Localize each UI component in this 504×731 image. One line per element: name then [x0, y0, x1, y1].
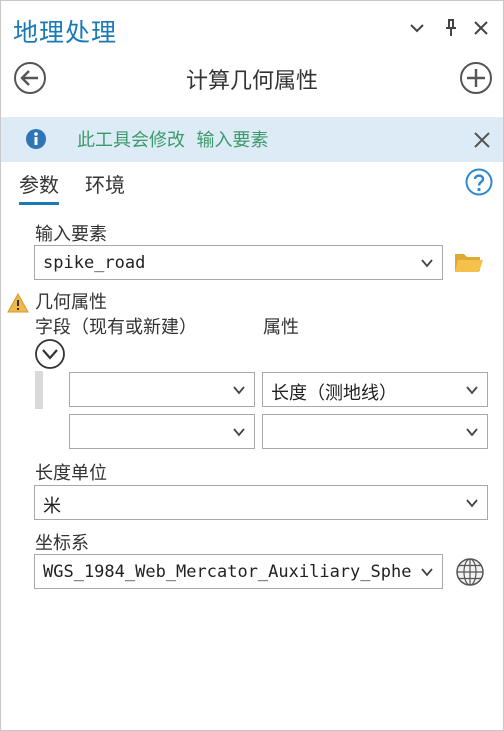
tool-title: 计算几何属性: [185, 69, 318, 94]
close-icon[interactable]: [471, 129, 493, 151]
globe-icon[interactable]: [455, 557, 485, 587]
chevron-down-icon: [466, 386, 478, 395]
chevron-down-icon[interactable]: [34, 338, 66, 370]
tool-tabs: 参数 环境: [1, 167, 503, 207]
property-combo-row2[interactable]: [262, 414, 488, 449]
length-unit-combo[interactable]: 米: [34, 485, 488, 520]
row-drag-handle[interactable]: [35, 371, 43, 409]
tool-nav: 计算几何属性: [1, 57, 503, 101]
input-features-combo[interactable]: spike_road: [34, 245, 443, 280]
coordinate-system-value: WGS_1984_Web_Mercator_Auxiliary_Sphere: [43, 562, 412, 582]
info-icon: [25, 128, 47, 150]
property-value-row1: 长度（测地线）: [271, 383, 397, 404]
pin-icon[interactable]: [438, 15, 464, 41]
close-icon[interactable]: [468, 15, 494, 41]
field-combo-row1[interactable]: [69, 372, 255, 407]
pane-title: 地理处理: [13, 18, 118, 47]
property-combo-row1[interactable]: 长度（测地线）: [262, 372, 488, 407]
tab-environments[interactable]: 环境: [85, 169, 125, 202]
geometry-attributes-label: 几何属性: [35, 292, 107, 313]
field-combo-row2[interactable]: [69, 414, 255, 449]
input-features-value: spike_road: [43, 253, 146, 273]
chevron-down-icon: [421, 259, 433, 268]
warning-icon: [7, 292, 29, 313]
help-icon[interactable]: [465, 168, 493, 196]
tab-parameters[interactable]: 参数: [19, 169, 59, 205]
chevron-down-icon: [466, 499, 478, 508]
chevron-down-icon: [233, 386, 245, 395]
field-column-header: 字段（现有或新建）: [35, 317, 197, 338]
folder-icon[interactable]: [454, 249, 484, 275]
input-features-label: 输入要素: [35, 224, 107, 245]
geoprocessing-pane: 地理处理 计算几何属性 此工具会修改 输入要素 参数 环境 输入要素 spike…: [0, 0, 504, 731]
length-unit-label: 长度单位: [35, 463, 107, 484]
property-column-header: 属性: [263, 317, 299, 338]
chevron-down-icon: [421, 568, 433, 577]
chevron-down-icon: [233, 428, 245, 437]
info-message: 此工具会修改 输入要素: [77, 130, 269, 151]
info-bar: 此工具会修改 输入要素: [1, 117, 503, 162]
coordinate-system-label: 坐标系: [35, 533, 89, 554]
pane-header: 地理处理: [1, 1, 503, 57]
chevron-down-icon: [466, 428, 478, 437]
chevron-down-icon[interactable]: [404, 15, 430, 41]
coordinate-system-combo[interactable]: WGS_1984_Web_Mercator_Auxiliary_Sphere: [34, 554, 443, 589]
length-unit-value: 米: [43, 496, 61, 517]
add-icon[interactable]: [459, 61, 493, 95]
